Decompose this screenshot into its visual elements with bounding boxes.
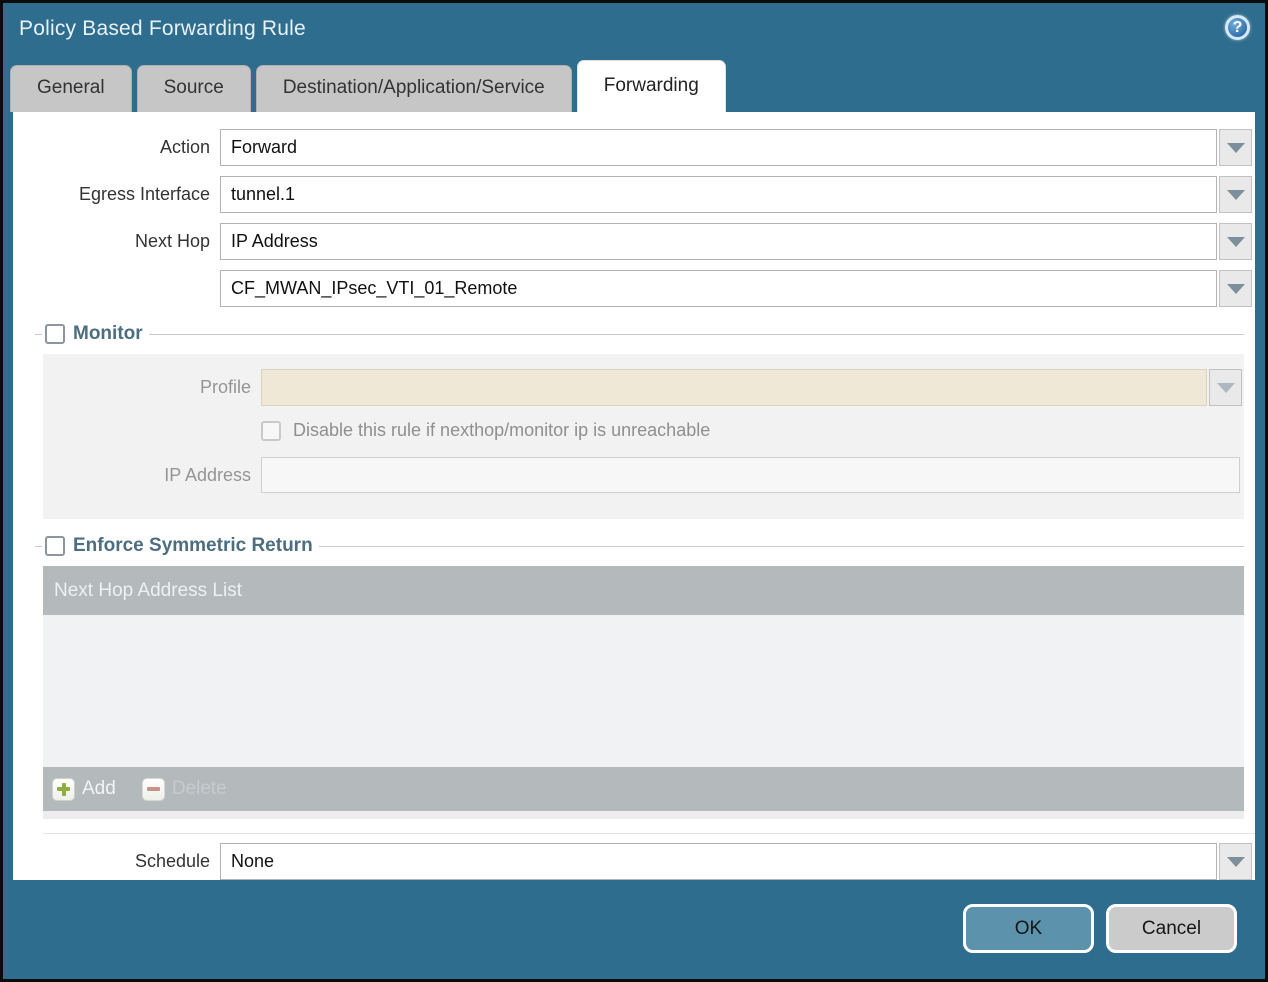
tab-general[interactable]: General — [10, 65, 132, 112]
delete-icon — [141, 777, 165, 801]
schedule-dropdown-button[interactable] — [1219, 843, 1252, 880]
action-label: Action — [159, 137, 210, 157]
action-value[interactable]: Forward — [220, 129, 1217, 166]
action-combobox: Forward — [220, 129, 1252, 166]
profile-value — [261, 369, 1207, 406]
ok-button[interactable]: OK — [963, 904, 1094, 953]
tab-source[interactable]: Source — [136, 65, 251, 112]
schedule-row: Schedule None — [13, 843, 1252, 880]
next-hop-address-list-header-label: Next Hop Address List — [54, 579, 242, 601]
next-hop-address-list-header: Next Hop Address List — [43, 566, 1244, 615]
add-button[interactable]: Add — [52, 777, 116, 801]
next-hop-type-value[interactable]: IP Address — [220, 223, 1217, 260]
monitor-ip-address-label: IP Address — [164, 464, 251, 485]
egress-interface-combobox: tunnel.1 — [220, 176, 1252, 213]
next-hop-address-list-toolbar: Add Delete — [43, 767, 1244, 811]
dialog-titlebar: Policy Based Forwarding Rule — [3, 3, 1265, 55]
next-hop-address-combobox: CF_MWAN_IPsec_VTI_01_Remote — [220, 270, 1252, 307]
help-icon[interactable]: ? — [1225, 15, 1250, 40]
disable-rule-checkbox — [261, 420, 281, 441]
policy-based-forwarding-rule-dialog: Policy Based Forwarding Rule ? General S… — [0, 0, 1268, 982]
egress-interface-dropdown-button[interactable] — [1219, 176, 1252, 213]
table-bottom-strip — [43, 811, 1244, 819]
enforce-symmetric-return-checkbox[interactable] — [45, 536, 65, 556]
monitor-ip-address-row: IP Address — [43, 457, 1242, 493]
next-hop-type-combobox: IP Address — [220, 223, 1252, 260]
tab-destination-application-service[interactable]: Destination/Application/Service — [255, 65, 572, 112]
disable-rule-label: Disable this rule if nexthop/monitor ip … — [293, 420, 711, 440]
disable-rule-row: Disable this rule if nexthop/monitor ip … — [261, 420, 1242, 441]
monitor-checkbox[interactable] — [45, 324, 65, 344]
symmetric-return-section: Enforce Symmetric Return Next Hop Addres… — [43, 535, 1244, 819]
next-hop-address-value[interactable]: CF_MWAN_IPsec_VTI_01_Remote — [220, 270, 1217, 307]
monitor-ip-address-input — [261, 457, 1240, 493]
monitor-section-header: Monitor — [43, 323, 1244, 345]
add-button-label: Add — [82, 778, 116, 799]
chevron-down-icon — [1226, 283, 1245, 294]
tab-bar: General Source Destination/Application/S… — [3, 55, 1265, 112]
chevron-down-icon — [1226, 856, 1245, 867]
egress-interface-row: Egress Interface tunnel.1 — [13, 176, 1252, 213]
delete-button: Delete — [141, 777, 227, 801]
dialog-title: Policy Based Forwarding Rule — [19, 17, 306, 40]
chevron-down-icon — [1226, 189, 1245, 200]
profile-label: Profile — [199, 377, 251, 397]
forwarding-tab-panel: Action Forward Egress Interface tunnel.1… — [13, 112, 1255, 880]
next-hop-address-dropdown-button[interactable] — [1219, 270, 1252, 307]
chevron-down-icon — [1216, 382, 1235, 393]
egress-interface-label: Egress Interface — [78, 184, 210, 204]
add-icon — [52, 777, 75, 801]
delete-button-label: Delete — [171, 778, 227, 799]
next-hop-address-list-table: Next Hop Address List Add Delete — [43, 566, 1244, 819]
monitor-section-title: Monitor — [73, 323, 143, 344]
monitor-section-body: Profile Disable this rule if nexthop/mon… — [43, 354, 1244, 519]
egress-interface-value[interactable]: tunnel.1 — [220, 176, 1217, 213]
schedule-label: Schedule — [134, 851, 210, 871]
next-hop-address-list-body — [43, 615, 1244, 767]
next-hop-type-dropdown-button[interactable] — [1219, 223, 1252, 260]
profile-row: Profile — [43, 369, 1242, 406]
symmetric-return-section-header: Enforce Symmetric Return — [43, 535, 1244, 557]
dialog-footer: OK Cancel — [3, 880, 1265, 953]
cancel-button[interactable]: Cancel — [1106, 904, 1237, 953]
profile-combobox — [261, 369, 1242, 406]
monitor-section: Monitor Profile Disable this rule if nex… — [43, 323, 1244, 519]
schedule-value[interactable]: None — [220, 843, 1217, 880]
action-row: Action Forward — [13, 129, 1252, 166]
chevron-down-icon — [1226, 142, 1245, 153]
profile-dropdown-button — [1209, 369, 1242, 406]
symmetric-return-section-title: Enforce Symmetric Return — [73, 535, 313, 556]
chevron-down-icon — [1226, 236, 1245, 247]
tab-forwarding[interactable]: Forwarding — [576, 60, 726, 112]
action-dropdown-button[interactable] — [1219, 129, 1252, 166]
schedule-combobox: None — [220, 843, 1252, 880]
next-hop-row: Next Hop IP Address — [13, 223, 1252, 260]
schedule-separator — [43, 833, 1255, 834]
next-hop-address-row: CF_MWAN_IPsec_VTI_01_Remote — [13, 270, 1252, 307]
next-hop-label: Next Hop — [134, 231, 210, 251]
